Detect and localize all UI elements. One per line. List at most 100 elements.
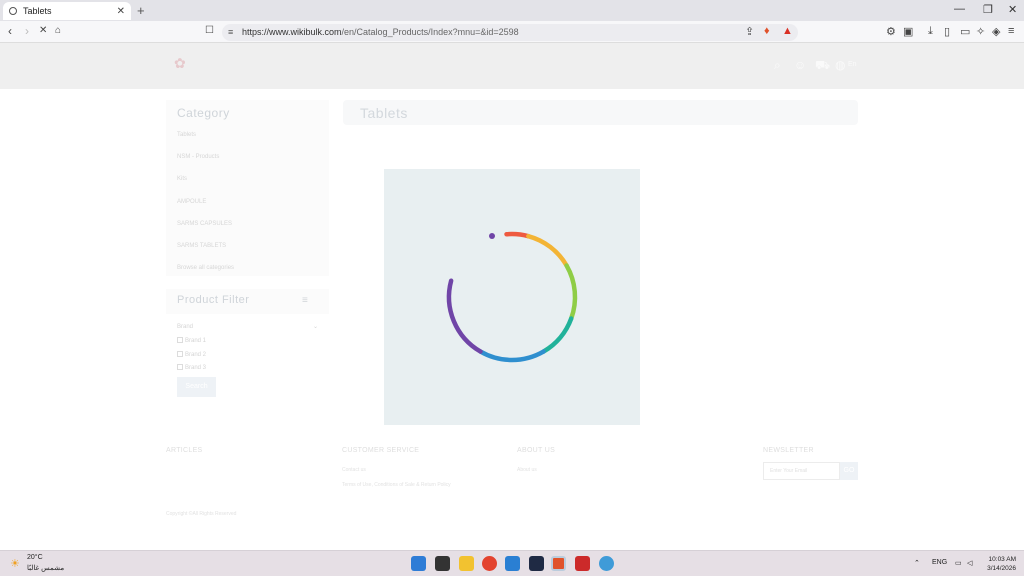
newsletter-submit-button[interactable]: GO — [840, 462, 858, 480]
weather-icon[interactable]: ☀ — [10, 557, 20, 570]
tab-title: Tablets — [23, 6, 52, 16]
footer-newsletter-heading: NEWSLETTER — [763, 447, 814, 454]
category-item[interactable]: SARMS CAPSULES — [177, 221, 232, 227]
screenshot-icon[interactable]: ▣ — [903, 25, 913, 38]
forward-icon[interactable]: › — [25, 24, 29, 38]
category-item[interactable]: SARMS TABLETS — [177, 243, 226, 249]
browser-tab-bar: Tablets ✕ + — ❐ ✕ — [0, 0, 1024, 21]
spinner-arc-segment — [564, 263, 578, 321]
spinner-arc-segment — [504, 231, 531, 239]
volume-icon[interactable]: ◁ — [967, 559, 972, 567]
minimize-button[interactable]: — — [954, 3, 965, 15]
menu-icon[interactable]: ≡ — [1008, 25, 1014, 37]
footer-articles-heading: ARTICLES — [166, 447, 203, 454]
filter-search-button[interactable]: Search — [177, 377, 216, 397]
url-path: /en/Catalog_Products/Index?mnu=&id=2598 — [341, 27, 519, 37]
footer-link[interactable]: About us — [517, 467, 537, 473]
category-panel — [166, 100, 329, 276]
start-menu-icon[interactable] — [411, 556, 426, 571]
chrome-icon[interactable] — [482, 556, 497, 571]
category-item[interactable]: NSM - Products — [177, 154, 219, 160]
brand-option-label: Brand 3 — [185, 365, 207, 371]
clock-date: 3/14/2026 — [987, 565, 1016, 572]
home-icon[interactable]: ⌂ — [55, 25, 61, 36]
leo-ai-icon[interactable]: ✧ — [976, 25, 985, 38]
spinner-arc-segment — [446, 278, 483, 354]
filter-menu-icon[interactable]: ≡ — [302, 295, 308, 306]
bookmark-icon[interactable]: ☐ — [205, 25, 214, 36]
system-clock[interactable]: 10:03 AM 3/14/2026 — [984, 555, 1016, 573]
clock-time: 10:03 AM — [988, 556, 1016, 563]
footer-link[interactable]: Terms of Use, Conditions of Sale & Retur… — [342, 482, 451, 488]
brave-browser-icon[interactable] — [551, 556, 566, 571]
category-item[interactable]: Tablets — [177, 132, 196, 138]
address-toolbar: ‹ › ✕ ⌂ ☐ ≡ https://www.wikibulk.com/en/… — [0, 21, 1024, 43]
back-icon[interactable]: ‹ — [8, 24, 12, 38]
language-label[interactable]: En — [848, 61, 857, 68]
url-host: https://www.wikibulk.com — [242, 27, 342, 37]
brand-checkbox[interactable] — [177, 351, 183, 357]
brave-shields-icon[interactable]: ♦ — [764, 25, 770, 37]
close-window-button[interactable]: ✕ — [1008, 3, 1017, 16]
stop-loading-icon[interactable]: ✕ — [39, 25, 47, 36]
category-title: Category — [177, 106, 230, 120]
newsletter-email-input[interactable]: Enter Your Email — [763, 462, 840, 480]
copyright-text: Copyright ©All Rights Reserved — [166, 511, 237, 517]
vpn-icon[interactable]: ◈ — [992, 25, 1000, 38]
url-field[interactable]: ≡ https://www.wikibulk.com/en/Catalog_Pr… — [222, 24, 798, 41]
restore-button[interactable]: ❐ — [983, 3, 993, 16]
loading-overlay — [384, 169, 640, 425]
sidebar-icon[interactable]: ▯ — [944, 25, 950, 38]
network-icon[interactable]: ▭ — [955, 559, 962, 567]
pdf-reader-icon[interactable] — [575, 556, 590, 571]
site-favicon-icon — [9, 7, 17, 15]
brave-rewards-icon[interactable]: ▲ — [782, 25, 793, 37]
cart-icon[interactable]: ⛟ — [815, 58, 830, 74]
globe-icon[interactable]: ◍ — [835, 58, 845, 72]
brand-filter-label[interactable]: Brand — [177, 324, 193, 330]
task-view-icon[interactable] — [435, 556, 450, 571]
search-icon[interactable]: ⌕ — [774, 58, 781, 73]
site-info-icon[interactable]: ≡ — [228, 24, 233, 41]
download-icon[interactable]: ⤓ — [928, 25, 933, 38]
windows-taskbar: ☀ 20°C مشمس غالبًا ⌃ ENG ▭ ◁ 10:03 AM 3/… — [0, 550, 1024, 576]
category-item[interactable]: AMPOULE — [177, 199, 206, 205]
footer-customer-service-heading: CUSTOMER SERVICE — [342, 447, 420, 454]
input-language[interactable]: ENG — [932, 559, 947, 566]
filter-title: Product Filter — [177, 294, 250, 306]
category-item[interactable]: Kits — [177, 176, 187, 182]
tray-chevron-up-icon[interactable]: ⌃ — [914, 559, 920, 567]
brand-option-label: Brand 1 — [185, 338, 207, 344]
user-icon[interactable]: ☺ — [794, 58, 806, 72]
page-title: Tablets — [360, 105, 408, 121]
footer-about-heading: ABOUT US — [517, 447, 556, 454]
chevron-down-icon[interactable]: ⌄ — [313, 323, 318, 330]
spinner-arc-segment — [526, 233, 569, 268]
new-tab-button[interactable]: + — [137, 3, 145, 18]
spinner-arc-segment — [478, 349, 546, 363]
tab-tablets[interactable]: Tablets ✕ — [3, 2, 131, 20]
footer-link[interactable]: Contact us — [342, 467, 366, 473]
wallet-icon[interactable]: ▭ — [960, 25, 970, 38]
spinner-arc-segment — [541, 316, 574, 354]
tab-close-icon[interactable]: ✕ — [117, 6, 125, 17]
site-logo-icon[interactable]: ✿ — [174, 55, 196, 75]
spinner-dot — [489, 233, 495, 239]
extensions-icon[interactable]: ⚙ — [886, 25, 896, 38]
brand-option-label: Brand 2 — [185, 352, 207, 358]
share-icon[interactable]: ⇪ — [745, 25, 754, 38]
site-header: ✿ ⌕ ☺ ⛟ ◍ En — [0, 43, 1024, 89]
weather-description[interactable]: مشمس غالبًا — [27, 564, 64, 572]
spinner-arcs — [446, 231, 578, 363]
terminal-app-icon[interactable] — [529, 556, 544, 571]
web-page: ✿ ⌕ ☺ ⛟ ◍ En Category Tablets NSM - Prod… — [0, 43, 1024, 550]
brand-checkbox[interactable] — [177, 337, 183, 343]
brand-checkbox[interactable] — [177, 364, 183, 370]
browse-all-link[interactable]: Browse all categories — [177, 265, 234, 271]
vscode-icon[interactable] — [505, 556, 520, 571]
globe-app-icon[interactable] — [599, 556, 614, 571]
file-explorer-icon[interactable] — [459, 556, 474, 571]
main-title-bar — [343, 100, 858, 125]
loading-spinner-icon — [446, 231, 578, 363]
weather-temperature[interactable]: 20°C — [27, 554, 43, 561]
